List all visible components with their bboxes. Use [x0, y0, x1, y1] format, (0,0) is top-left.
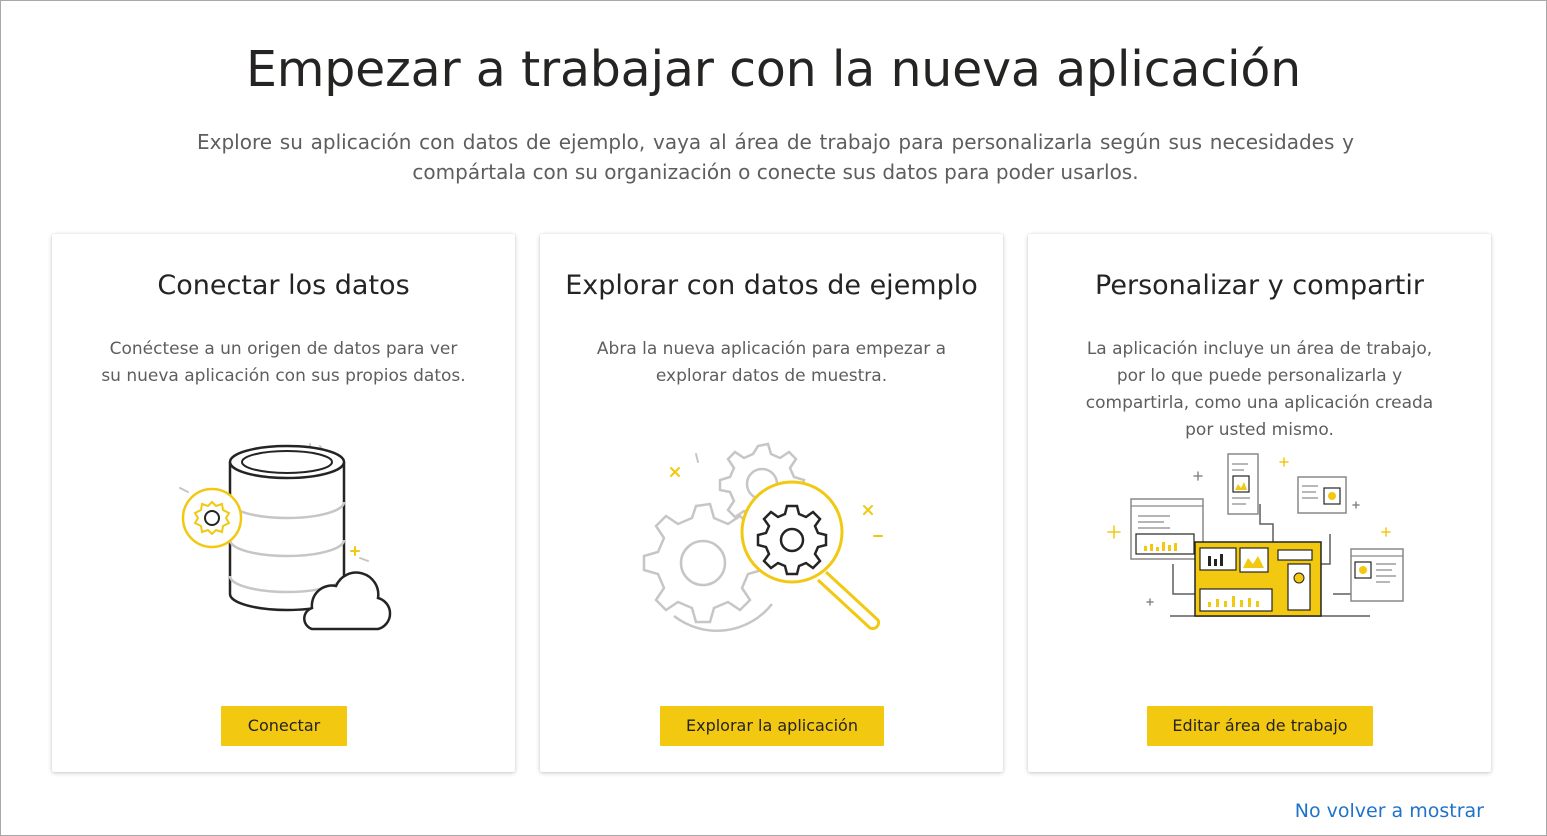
database-cloud-icon [172, 434, 402, 639]
page-subtitle: Explore su aplicación con datos de ejemp… [197, 130, 1354, 184]
explore-app-button[interactable]: Explorar la aplicación [660, 706, 884, 746]
card-customize-share: Personalizar y compartir La aplicación i… [1028, 234, 1491, 772]
card-description: La aplicación incluye un área de trabajo… [1085, 339, 1434, 440]
card-description: Abra la nueva aplicación para empezar a … [596, 339, 947, 386]
dashboard-share-icon [1098, 444, 1418, 634]
gears-magnifier-icon [640, 434, 900, 639]
dialog-frame: Empezar a trabajar con la nueva aplicaci… [0, 0, 1547, 836]
page-title: Empezar a trabajar con la nueva aplicaci… [245, 41, 1302, 98]
card-explore-sample: Explorar con datos de ejemplo Abra la nu… [540, 234, 1003, 772]
card-title: Conectar los datos [157, 270, 410, 301]
edit-workspace-button[interactable]: Editar área de trabajo [1147, 706, 1373, 746]
connect-button[interactable]: Conectar [221, 706, 347, 746]
card-title: Personalizar y compartir [1095, 270, 1424, 301]
card-title: Explorar con datos de ejemplo [565, 270, 978, 301]
card-connect-data: Conectar los datos Conéctese a un origen… [52, 234, 515, 772]
card-description: Conéctese a un origen de datos para ver … [101, 339, 466, 386]
dont-show-again-link[interactable]: No volver a mostrar [1295, 800, 1484, 822]
